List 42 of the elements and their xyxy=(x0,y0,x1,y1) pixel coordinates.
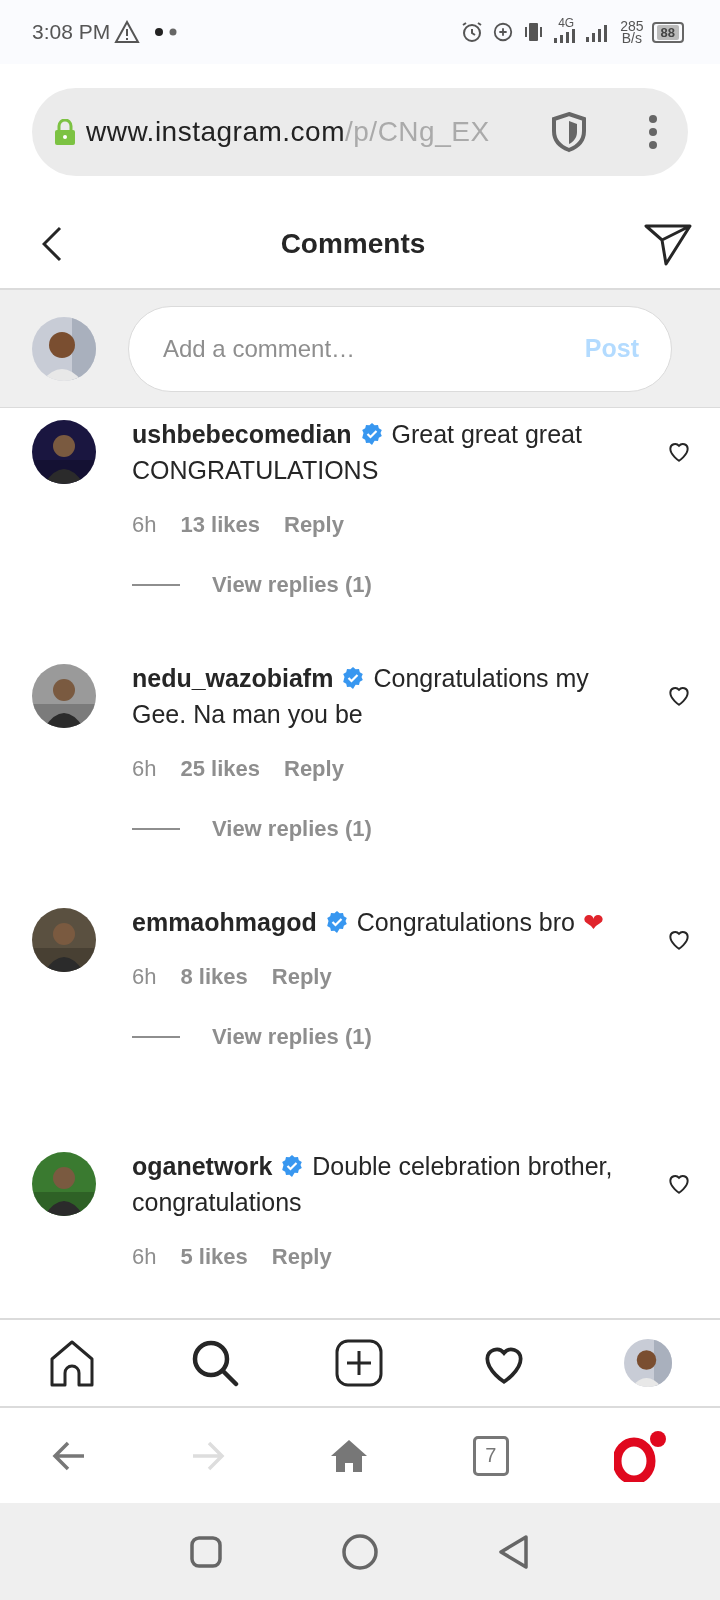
comment-text: ushbebecomedian Great great great CONGRATULATIONS xyxy=(132,419,583,486)
tabs-button[interactable]: 7 xyxy=(472,1435,509,1476)
view-replies-link[interactable]: View replies (1) xyxy=(212,1024,372,1050)
opera-logo-icon[interactable] xyxy=(613,1429,668,1482)
page-title: Comments xyxy=(280,228,426,260)
battery-icon: 88 xyxy=(651,21,684,43)
notification-dots-icon xyxy=(154,27,179,37)
comment-text: nedu_wazobiafm Congratulations my Gee. Na man you be xyxy=(132,663,590,730)
comment-text: emmaohmagod Congratulations bro ❤ xyxy=(132,907,605,938)
more-options-icon[interactable] xyxy=(648,114,658,150)
back-triangle-icon[interactable] xyxy=(498,1533,530,1570)
like-count[interactable]: 13 likes xyxy=(180,512,260,538)
view-replies-link[interactable]: View replies (1) xyxy=(212,572,372,598)
status-time: 3:08 PM xyxy=(32,20,111,44)
comment-time: 6h xyxy=(132,756,157,782)
reply-link[interactable]: Reply xyxy=(284,512,344,538)
comment-text: oganetwork Double celebration brother, congratulations xyxy=(132,1151,614,1218)
reply-link[interactable]: Reply xyxy=(284,756,344,782)
network-type: 4G xyxy=(557,17,576,29)
recents-icon[interactable] xyxy=(190,1535,222,1568)
shield-icon[interactable] xyxy=(550,111,588,153)
reply-link[interactable]: Reply xyxy=(271,964,332,990)
like-count[interactable]: 8 likes xyxy=(180,964,248,990)
search-icon[interactable] xyxy=(191,1339,240,1387)
comment-time: 6h xyxy=(132,512,157,538)
lock-icon xyxy=(54,119,76,145)
view-replies-link[interactable]: View replies (1) xyxy=(212,816,372,842)
like-count[interactable]: 5 likes xyxy=(180,1244,248,1270)
data-saver-icon xyxy=(492,21,515,43)
profile-avatar[interactable] xyxy=(624,1339,673,1387)
like-count[interactable]: 25 likes xyxy=(180,756,260,782)
warning-icon xyxy=(114,20,141,44)
comment-time: 6h xyxy=(132,1244,157,1270)
home-circle-icon[interactable] xyxy=(342,1533,378,1570)
comment-time: 6h xyxy=(132,964,157,990)
back-icon[interactable] xyxy=(42,226,62,262)
back-arrow-icon[interactable] xyxy=(52,1440,87,1471)
new-post-icon[interactable] xyxy=(335,1339,383,1387)
send-icon[interactable] xyxy=(644,222,692,266)
speed-unit: B/s xyxy=(620,32,642,44)
network-speed: 285 xyxy=(620,20,644,32)
reply-link[interactable]: Reply xyxy=(271,1244,332,1270)
